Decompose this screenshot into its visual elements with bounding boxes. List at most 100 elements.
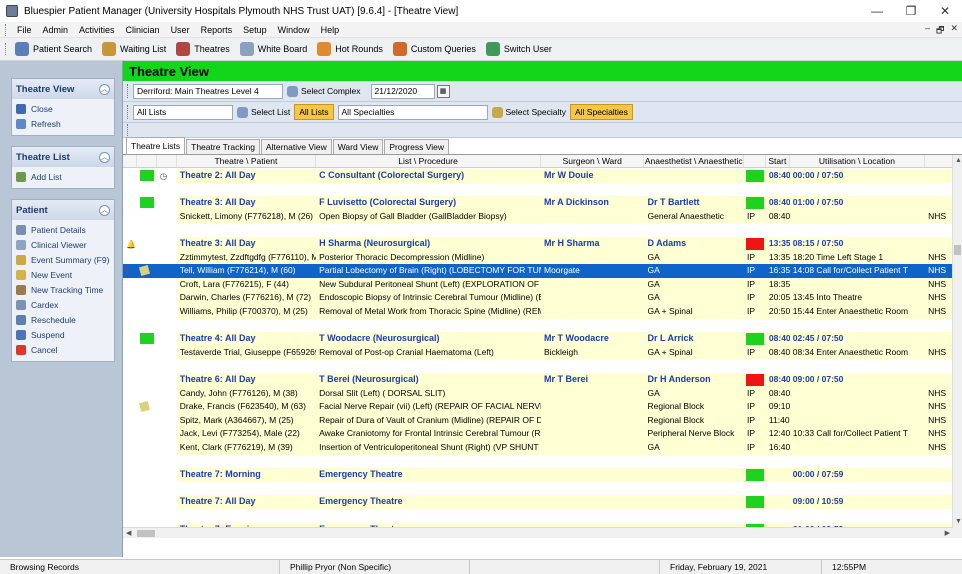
patient-row[interactable]: Williams, Philip (F700370), M (25) Remova… xyxy=(123,305,953,319)
theatre-session-row[interactable]: Theatre 4: All Day T Woodacre (Neurosurgi… xyxy=(123,332,953,346)
row-indicator xyxy=(123,278,137,292)
column-header[interactable]: List \ Procedure xyxy=(316,155,541,167)
select-specialty-button[interactable]: Select Specialty xyxy=(488,104,570,120)
horizontal-scrollbar[interactable]: ◀ ▶ xyxy=(123,527,953,538)
column-header[interactable] xyxy=(137,155,157,167)
app-icon xyxy=(6,5,18,17)
restore-button[interactable]: ❐ xyxy=(894,0,928,22)
chevron-up-icon[interactable]: ︿ xyxy=(99,83,110,95)
switch-user-button[interactable]: Switch User xyxy=(483,39,559,59)
theatre-session-row[interactable]: Theatre 7: All Day Emergency Theatre 09:00… xyxy=(123,495,953,509)
list-input[interactable]: All Lists xyxy=(133,104,233,120)
specialty-input[interactable]: All Specialties xyxy=(337,104,488,120)
patient-row[interactable]: Kent, Clark (F776219), M (39) Insertion o… xyxy=(123,441,953,455)
patient-row[interactable]: Jack, Levi (F773254), Male (22) Awake Cra… xyxy=(123,427,953,441)
vertical-scrollbar[interactable]: ▲ ▼ xyxy=(952,155,962,538)
scroll-up-icon[interactable]: ▲ xyxy=(955,157,962,164)
scroll-right-icon[interactable]: ▶ xyxy=(945,529,950,537)
select-complex-button[interactable]: Select Complex xyxy=(283,83,365,99)
patient-row[interactable]: Candy, John (F776126), M (38) Dorsal Slit… xyxy=(123,386,953,401)
sidebar-item-add-list[interactable]: Add List xyxy=(12,169,114,184)
menu-file[interactable]: File xyxy=(12,25,38,35)
scroll-thumb[interactable] xyxy=(954,245,961,255)
patient-row[interactable]: Snickett, Limony (F776218), M (26) Open B… xyxy=(123,209,953,224)
menu-reports[interactable]: Reports xyxy=(196,25,239,35)
complex-input[interactable]: Derriford: Main Theatres Level 4 xyxy=(133,83,283,99)
menu-help[interactable]: Help xyxy=(316,25,346,35)
sidebar-item-clinical-viewer[interactable]: Clinical Viewer xyxy=(12,237,114,252)
date-input[interactable]: 21/12/2020 xyxy=(370,83,435,99)
menu-setup[interactable]: Setup xyxy=(238,25,273,35)
patient-search-button[interactable]: Patient Search xyxy=(12,39,99,59)
column-header[interactable]: Utilisation \ Location xyxy=(790,155,926,167)
panel-header[interactable]: Theatre View ︿ xyxy=(12,79,114,99)
tab-theatre-lists[interactable]: Theatre Lists xyxy=(126,137,186,154)
theatre-session-row[interactable]: Theatre 6: All Day T Berei (Neurosurgical… xyxy=(123,373,953,387)
sidebar-item-patient-details[interactable]: Patient Details xyxy=(12,222,114,237)
sidebar-item-refresh[interactable]: Refresh xyxy=(12,116,114,131)
menu-clinician[interactable]: Clinician xyxy=(121,25,166,35)
panel-header[interactable]: Theatre List ︿ xyxy=(12,147,114,167)
sidebar-item-new-event[interactable]: New Event xyxy=(12,267,114,282)
mdi-close-button[interactable]: ✕ xyxy=(950,23,958,39)
close-window-button[interactable]: ✕ xyxy=(928,0,962,22)
sidebar-item-new-tracking-time[interactable]: New Tracking Time xyxy=(12,282,114,297)
sidebar-item-close[interactable]: Close xyxy=(12,101,114,116)
column-header[interactable]: Theatre \ Patient xyxy=(177,155,317,167)
patient-row[interactable]: Croft, Lara (F776215), F (44) New Subdura… xyxy=(123,277,953,292)
tab-ward-view[interactable]: Ward View xyxy=(332,139,384,154)
custom-queries-button[interactable]: Custom Queries xyxy=(390,39,483,59)
hot-rounds-button[interactable]: Hot Rounds xyxy=(314,39,390,59)
patient-row[interactable]: Testaverde Trial, Giuseppe (F659269), Rem… xyxy=(123,345,953,360)
patient-row[interactable]: ! Tell, William (F776214), M (60) Partial … xyxy=(123,264,953,278)
mdi-restore-button[interactable]: 🗗 xyxy=(936,23,944,39)
calendar-icon[interactable]: ▦ xyxy=(436,84,450,98)
waiting-list-button[interactable]: Waiting List xyxy=(99,39,173,59)
theatre-session-row[interactable]: ◷ Theatre 2: All Day C Consultant (Colorec… xyxy=(123,169,953,183)
sidebar-item-cardex[interactable]: Cardex xyxy=(12,297,114,312)
sidebar-item-suspend[interactable]: Suspend xyxy=(12,327,114,342)
white-board-button[interactable]: White Board xyxy=(237,39,315,59)
panel-header[interactable]: Patient ︿ xyxy=(12,200,114,220)
patient-row[interactable]: Drake, Francis (F623540), M (63) Facial N… xyxy=(123,400,953,414)
menu-user[interactable]: User xyxy=(166,25,196,35)
tab-alternative-view[interactable]: Alternative View xyxy=(260,139,332,154)
column-header[interactable]: Surgeon \ Ward xyxy=(541,155,645,167)
column-header[interactable]: Start xyxy=(766,155,790,167)
patient-row[interactable]: Zztimmytest, Zzdftgdfg (F776110), M (2 Po… xyxy=(123,250,953,265)
patient-row[interactable]: Darwin, Charles (F776216), M (72) Endosco… xyxy=(123,291,953,305)
scroll-left-icon[interactable]: ◀ xyxy=(126,529,131,537)
row-flag xyxy=(157,468,177,482)
all-lists-button[interactable]: All Lists xyxy=(294,104,334,120)
row-indicator xyxy=(123,196,137,210)
minimize-button[interactable]: — xyxy=(860,0,894,22)
theatre-session-row[interactable]: Theatre 7: Morning Emergency Theatre 00:00… xyxy=(123,468,953,482)
patient-row[interactable]: Spitz, Mark (A364667), M (25) Repair of D… xyxy=(123,413,953,428)
column-header[interactable] xyxy=(744,155,766,167)
menu-admin[interactable]: Admin xyxy=(38,25,75,35)
tab-theatre-tracking[interactable]: Theatre Tracking xyxy=(186,139,260,154)
column-header[interactable] xyxy=(123,155,137,167)
theatre-session-row[interactable]: 🔔 Theatre 3: All Day H Sharma (Neurosurgic… xyxy=(123,237,953,251)
scroll-down-icon[interactable]: ▼ xyxy=(955,518,962,525)
scroll-thumb[interactable] xyxy=(137,530,155,537)
menu-activities[interactable]: Activities xyxy=(74,25,121,35)
tab-progress-view[interactable]: Progress View xyxy=(384,139,449,154)
theatres-button[interactable]: Theatres xyxy=(173,39,237,59)
sidebar-item-label: Refresh xyxy=(31,118,61,129)
column-header[interactable]: Anaesthetist \ Anaesthetic xyxy=(644,155,744,167)
all-specialties-button[interactable]: All Specialties xyxy=(570,104,633,120)
chevron-up-icon[interactable]: ︿ xyxy=(99,204,110,216)
mdi-minimize-button[interactable]: – xyxy=(925,23,930,39)
column-header[interactable] xyxy=(157,155,177,167)
select-list-button[interactable]: Select List xyxy=(233,104,294,120)
sidebar-item-reschedule[interactable]: Reschedule xyxy=(12,312,114,327)
sidebar-item-event-summary-f9[interactable]: Event Summary (F9) xyxy=(12,252,114,267)
menu-window[interactable]: Window xyxy=(273,25,316,35)
chevron-up-icon[interactable]: ︿ xyxy=(99,151,110,163)
column-header[interactable] xyxy=(925,155,953,167)
sidebar-item-cancel[interactable]: Cancel xyxy=(12,342,114,357)
location-cell: NHS xyxy=(925,386,953,401)
theatre-session-row[interactable]: Theatre 3: All Day F Luvisetto (Colorecta… xyxy=(123,196,953,210)
anaesthetist-cell: General Anaesthetic xyxy=(644,209,744,224)
